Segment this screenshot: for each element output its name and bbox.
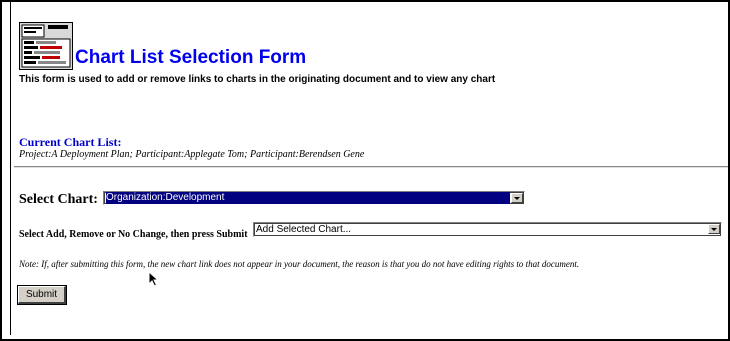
mouse-pointer-icon [148,271,160,287]
chevron-down-icon[interactable] [708,224,720,234]
action-label: Select Add, Remove or No Change, then pr… [19,229,248,240]
select-chart-label: Select Chart: [19,192,98,207]
page-title: Chart List Selection Form [75,47,307,68]
chart-select[interactable]: Organization:Development [103,191,525,205]
chart-select-value: Organization:Development [106,192,510,204]
form-description: This form is used to add or remove links… [19,74,496,85]
divider [14,166,728,168]
chevron-down-icon[interactable] [511,193,523,203]
chart-logo-icon [19,22,73,70]
current-chart-list-items: Project:A Deployment Plan; Participant:A… [19,149,365,160]
action-select-value: Add Selected Chart... [256,224,352,235]
current-chart-list-heading: Current Chart List: [19,135,122,149]
submit-button[interactable]: Submit [17,285,67,305]
action-select[interactable]: Add Selected Chart... [253,222,722,237]
editing-rights-note: Note: If, after submitting this form, th… [19,259,580,269]
